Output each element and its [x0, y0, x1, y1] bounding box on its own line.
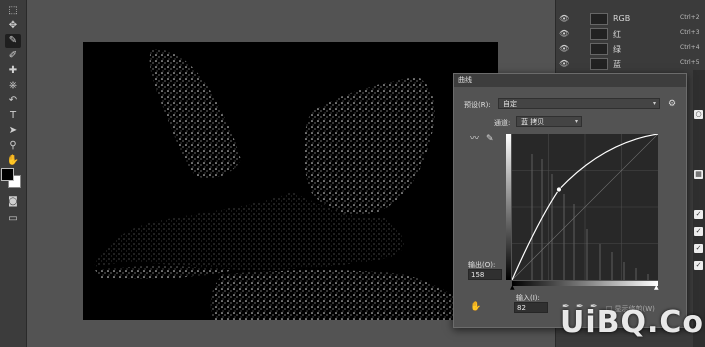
- visibility-eye-icon[interactable]: 👁: [559, 59, 569, 68]
- healing-icon[interactable]: ✚: [5, 64, 21, 78]
- input-value: 82: [517, 304, 526, 312]
- document-image[interactable]: [83, 42, 498, 320]
- black-point-slider[interactable]: ▲: [510, 284, 515, 291]
- clone-icon[interactable]: ⎈: [5, 79, 21, 93]
- visibility-eye-icon[interactable]: 👁: [559, 29, 569, 38]
- channel-name: 蓝: [613, 60, 621, 69]
- curve-point-icon[interactable]: 〰: [470, 134, 479, 144]
- target-adjust-icon[interactable]: ✋: [470, 302, 481, 312]
- channel-name: 红: [613, 30, 621, 39]
- white-point-slider[interactable]: ▲: [654, 284, 659, 291]
- channel-thumbnail: [590, 28, 608, 40]
- channel-thumbnail: [590, 43, 608, 55]
- channel-row[interactable]: 👁 绿 Ctrl+4: [556, 42, 700, 57]
- channel-row[interactable]: 👁 RGB Ctrl+2: [556, 12, 700, 27]
- history-brush-icon[interactable]: ↶: [5, 94, 21, 108]
- watermark: UiBQ.CoM: [560, 305, 705, 340]
- checkbox-icon[interactable]: ✓: [694, 261, 703, 270]
- marquee-icon[interactable]: ⬚: [5, 4, 21, 18]
- pencil-icon[interactable]: ✎: [486, 134, 494, 144]
- curves-dialog: 曲线 预设(R): 自定 ▾ ⚙ 通道: 蓝 拷贝 ▾ 〰 ✎ ▲ ▲ 输出(O…: [453, 73, 687, 328]
- channel-shortcut: Ctrl+3: [680, 29, 700, 36]
- channel-image: [93, 49, 483, 320]
- zoom-icon[interactable]: ⚲: [5, 139, 21, 153]
- preset-select[interactable]: 自定 ▾: [498, 98, 660, 109]
- preset-label: 预设(R):: [464, 101, 491, 109]
- radio-icon[interactable]: ○: [694, 110, 703, 119]
- photoshop-window: ⬚ ✥ ✎ ✐ ✚ ⎈ ↶ T ➤ ⚲ ✋ ◙ ▭ 👁 RGB Ctrl+2 👁…: [0, 0, 705, 347]
- output-field[interactable]: 158: [468, 269, 502, 280]
- channel-shortcut: Ctrl+2: [680, 14, 700, 21]
- foreground-color-swatch[interactable]: [1, 168, 14, 181]
- hand-icon[interactable]: ✋: [5, 154, 21, 168]
- channel-value: 蓝 拷贝: [521, 118, 545, 126]
- curve-graph[interactable]: [511, 133, 659, 281]
- visibility-eye-icon[interactable]: 👁: [559, 44, 569, 53]
- chevron-down-icon: ▾: [574, 118, 578, 125]
- channel-row[interactable]: 👁 蓝 Ctrl+5: [556, 57, 700, 72]
- channel-select[interactable]: 蓝 拷贝 ▾: [516, 116, 582, 127]
- path-select-icon[interactable]: ➤: [5, 124, 21, 138]
- grid-icon[interactable]: ▦: [694, 170, 703, 179]
- output-value: 158: [471, 271, 485, 279]
- tools-panel: ⬚ ✥ ✎ ✐ ✚ ⎈ ↶ T ➤ ⚲ ✋ ◙ ▭: [0, 0, 27, 347]
- channel-row[interactable]: 👁 红 Ctrl+3: [556, 27, 700, 42]
- input-gradient-bar: [512, 281, 658, 286]
- channel-label: 通道:: [494, 119, 511, 127]
- channel-name: 绿: [613, 45, 621, 54]
- channel-name: RGB: [613, 14, 631, 23]
- move-icon[interactable]: ✥: [5, 19, 21, 33]
- quick-mask-icon[interactable]: ◙: [5, 195, 21, 209]
- preset-value: 自定: [503, 100, 517, 108]
- channel-thumbnail: [590, 13, 608, 25]
- eyedropper-icon[interactable]: ✎: [5, 34, 21, 48]
- input-field[interactable]: 82: [514, 302, 548, 313]
- screen-mode-icon[interactable]: ▭: [5, 212, 21, 226]
- checkbox-icon[interactable]: ✓: [694, 244, 703, 253]
- checkbox-icon[interactable]: ✓: [694, 210, 703, 219]
- channel-shortcut: Ctrl+4: [680, 44, 700, 51]
- curve-control-point[interactable]: [556, 186, 562, 193]
- curve-svg: [511, 133, 659, 281]
- output-gradient-bar: [506, 134, 511, 280]
- channel-thumbnail: [590, 58, 608, 70]
- visibility-eye-icon[interactable]: 👁: [559, 14, 569, 23]
- checkbox-icon[interactable]: ✓: [694, 227, 703, 236]
- dialog-title: 曲线: [454, 74, 686, 87]
- channel-shortcut: Ctrl+5: [680, 59, 700, 66]
- type-icon[interactable]: T: [5, 109, 21, 123]
- chevron-down-icon: ▾: [652, 100, 656, 107]
- gear-icon[interactable]: ⚙: [668, 99, 676, 109]
- brush-icon[interactable]: ✐: [5, 49, 21, 63]
